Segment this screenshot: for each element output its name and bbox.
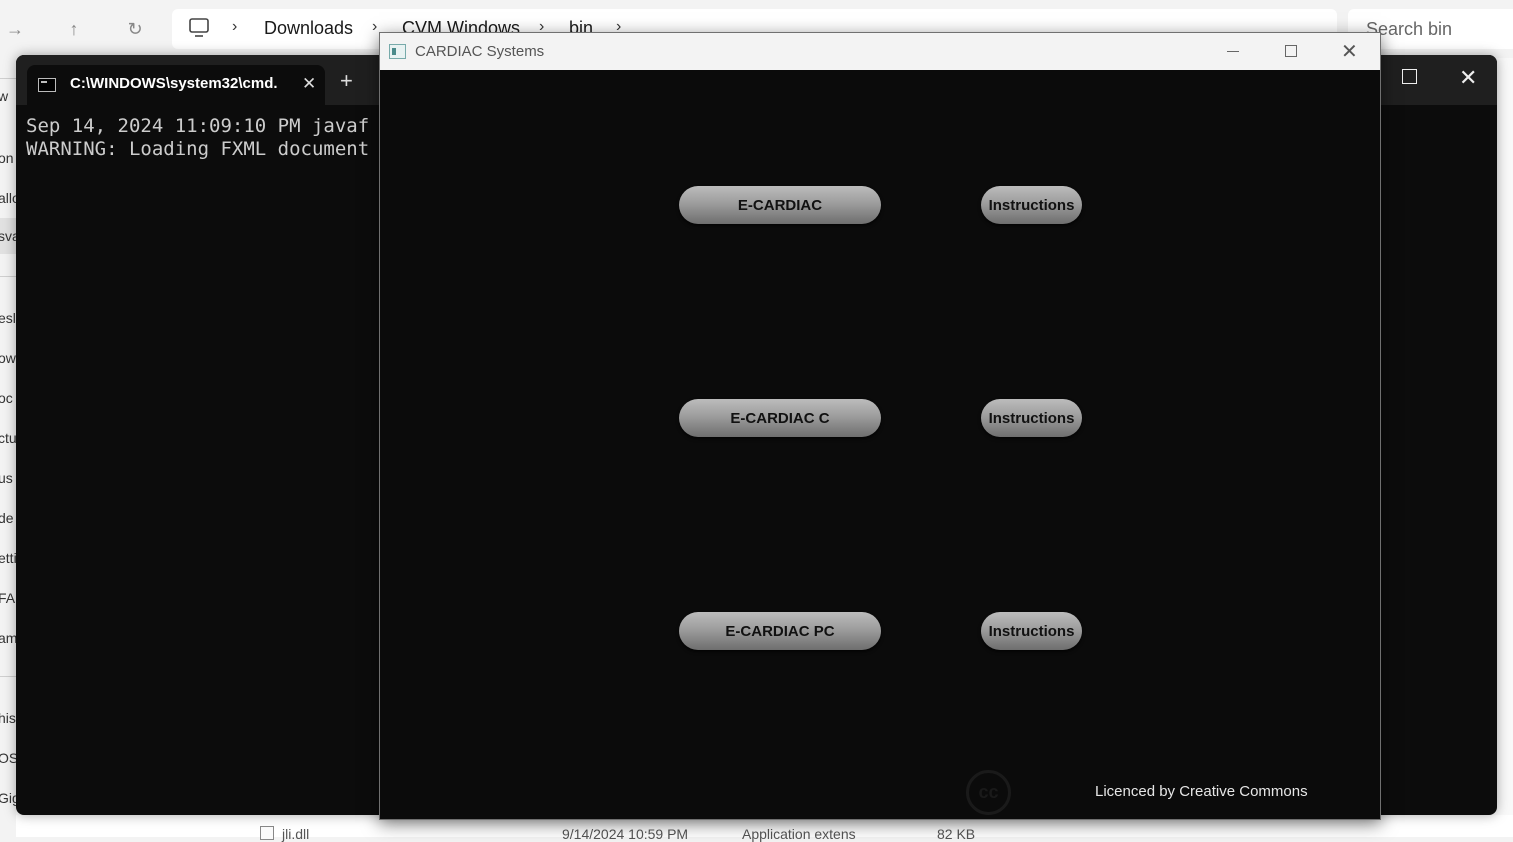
creative-commons-icon: cc — [966, 770, 1011, 815]
file-type: Application extens — [742, 826, 856, 842]
sidebar-item[interactable]: de — [0, 510, 16, 526]
sidebar-item[interactable]: on — [0, 150, 16, 166]
cmd-icon — [38, 78, 56, 92]
sidebar-item[interactable]: w — [0, 88, 16, 104]
sidebar-divider — [0, 676, 16, 677]
sidebar-item[interactable]: am — [0, 630, 16, 646]
dll-file-icon — [260, 826, 274, 840]
sidebar-item[interactable]: Gig — [0, 790, 16, 806]
terminal-output-line: Sep 14, 2024 11:09:10 PM javaf — [26, 115, 370, 137]
close-icon[interactable]: ✕ — [302, 74, 316, 94]
app-title-bar[interactable]: CARDIAC Systems ✕ — [380, 33, 1380, 70]
e-cardiac-c-instructions-button[interactable]: Instructions — [981, 399, 1082, 437]
chevron-right-icon: › — [372, 18, 378, 35]
refresh-button[interactable]: ↻ — [120, 14, 150, 44]
chevron-right-icon: › — [232, 18, 238, 35]
maximize-icon[interactable] — [1285, 45, 1297, 57]
sidebar-item[interactable]: oc — [0, 390, 16, 406]
sidebar-item[interactable]: his — [0, 710, 16, 726]
terminal-tab-label: C:\WINDOWS\system32\cmd. — [70, 75, 278, 92]
e-cardiac-c-button[interactable]: E-CARDIAC C — [679, 399, 881, 437]
sidebar-item[interactable]: FA — [0, 590, 16, 606]
close-icon[interactable]: ✕ — [1459, 65, 1477, 91]
e-cardiac-instructions-button[interactable]: Instructions — [981, 186, 1082, 224]
maximize-icon[interactable] — [1402, 69, 1417, 84]
sidebar-item[interactable]: etti — [0, 550, 16, 566]
minimize-icon[interactable] — [1227, 51, 1239, 52]
sidebar-divider — [0, 276, 16, 277]
arrow-up-icon: ↑ — [69, 18, 79, 39]
e-cardiac-pc-button[interactable]: E-CARDIAC PC — [679, 612, 881, 650]
app-icon — [389, 44, 406, 59]
sidebar-item-selected[interactable]: sva — [0, 218, 16, 254]
license-text: Licenced by Creative Commons — [1095, 783, 1308, 800]
sidebar-item[interactable]: us — [0, 470, 16, 486]
new-tab-button[interactable]: + — [340, 70, 353, 92]
refresh-icon: ↻ — [127, 18, 143, 39]
terminal-tab[interactable]: C:\WINDOWS\system32\cmd. ✕ — [27, 65, 325, 105]
up-button[interactable]: ↑ — [59, 14, 89, 44]
e-cardiac-button[interactable]: E-CARDIAC — [679, 186, 881, 224]
sidebar-item[interactable]: allo — [0, 190, 16, 206]
cardiac-systems-window: CARDIAC Systems ✕ E-CARDIAC Instructions… — [379, 32, 1381, 820]
arrow-right-icon: → — [6, 18, 24, 39]
sidebar-item[interactable]: esl — [0, 310, 16, 326]
this-pc-icon — [189, 18, 209, 37]
window-title: CARDIAC Systems — [415, 43, 545, 60]
terminal-output-line: WARNING: Loading FXML document — [26, 138, 370, 160]
sidebar-item[interactable]: OS — [0, 750, 16, 766]
explorer-sidebar: w on allo sva esl ow oc ctu us de etti F… — [0, 58, 16, 837]
file-size: 82 KB — [937, 826, 976, 842]
file-name: jli.dll — [282, 826, 310, 842]
file-date: 9/14/2024 10:59 PM — [562, 826, 689, 842]
e-cardiac-pc-instructions-button[interactable]: Instructions — [981, 612, 1082, 650]
close-icon[interactable]: ✕ — [1341, 39, 1358, 64]
sidebar-item[interactable]: ow — [0, 350, 16, 366]
sidebar-divider — [0, 78, 16, 79]
sidebar-item[interactable]: ctu — [0, 430, 16, 446]
breadcrumb-downloads[interactable]: Downloads — [264, 18, 353, 39]
forward-button[interactable]: → — [0, 14, 30, 44]
